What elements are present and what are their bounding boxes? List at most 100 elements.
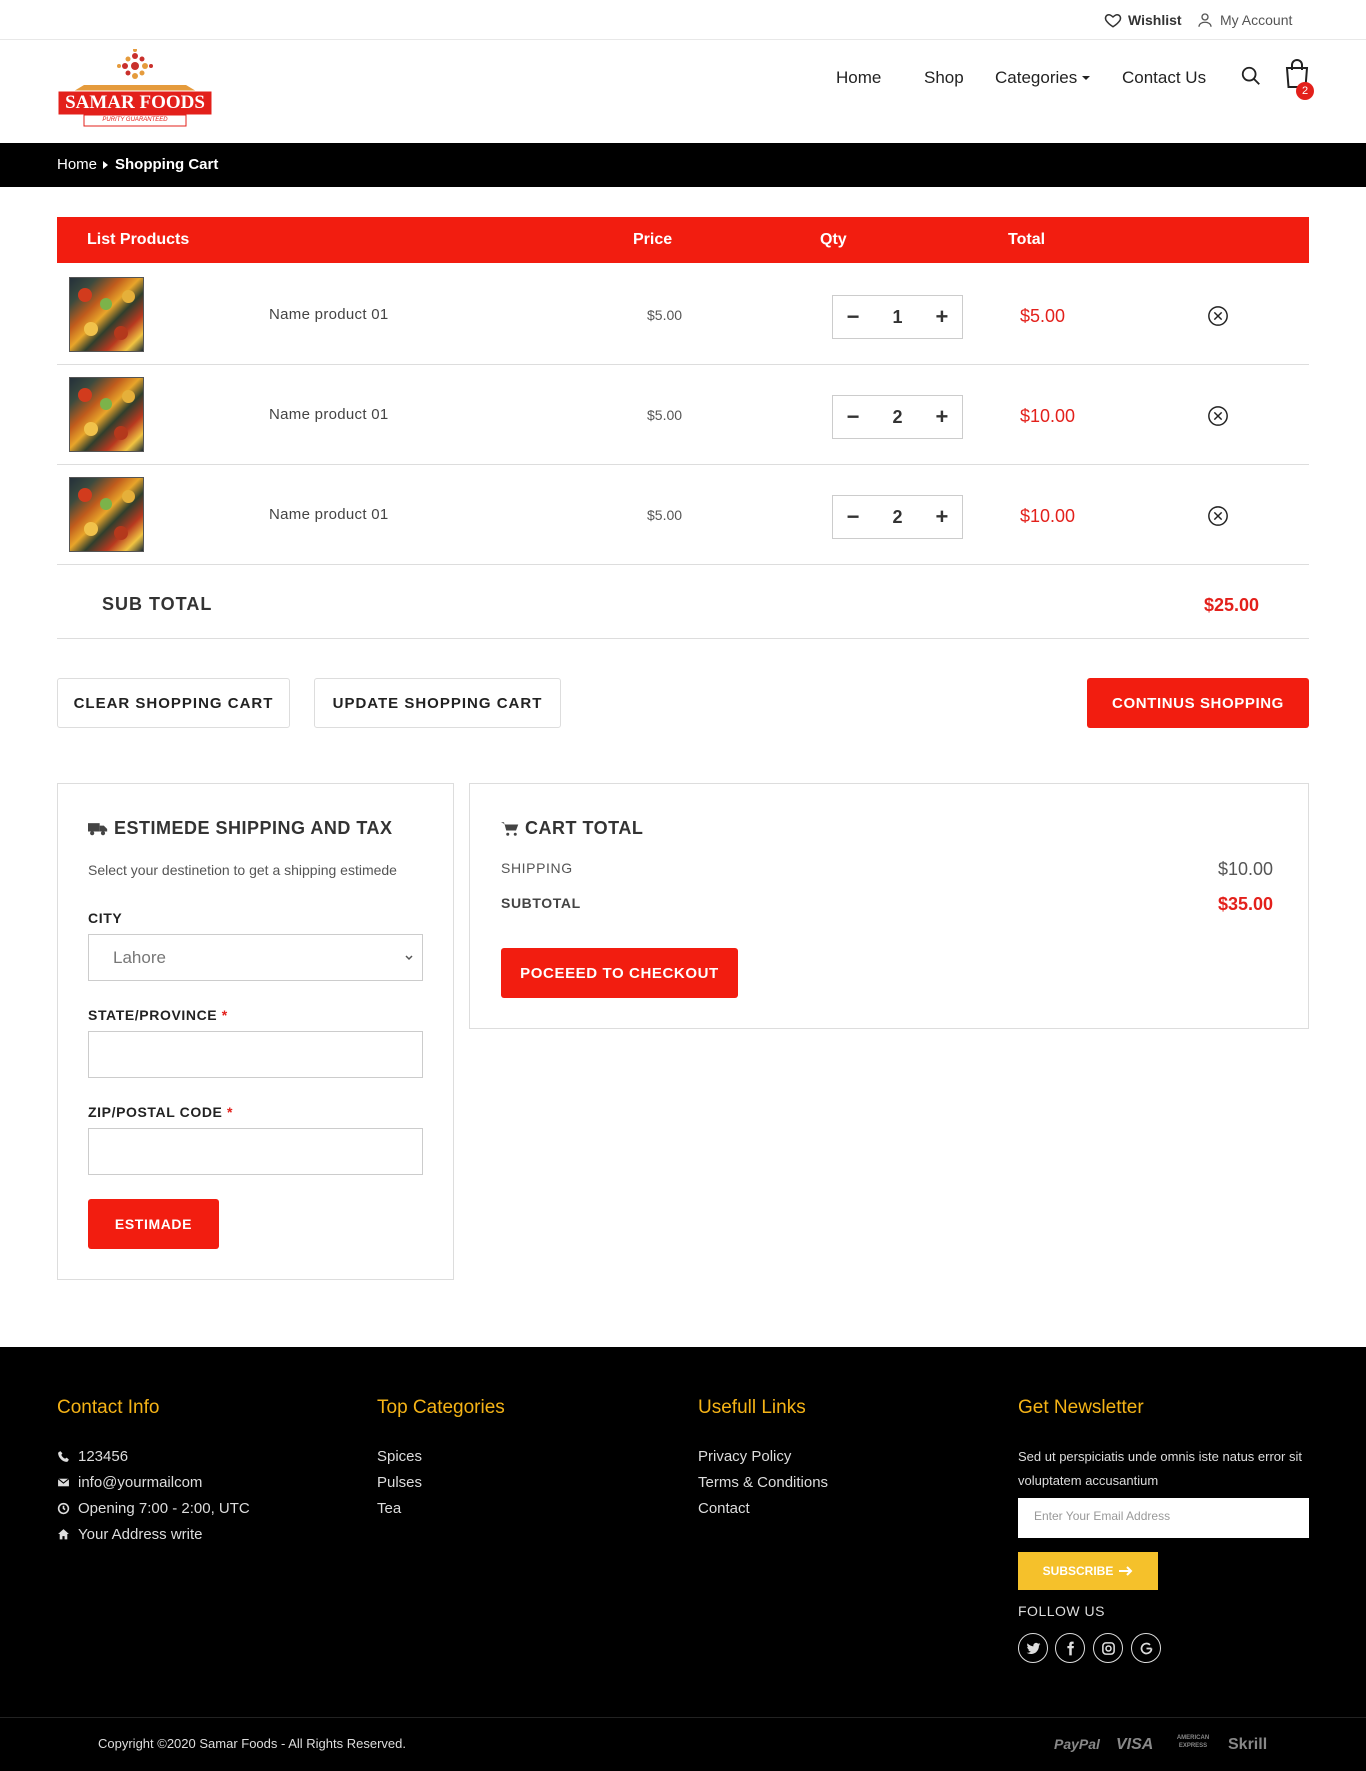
remove-item-icon[interactable] (1207, 305, 1229, 327)
nav-categories[interactable]: Categories (995, 68, 1091, 88)
product-price: $5.00 (647, 507, 683, 523)
remove-item-icon[interactable] (1207, 505, 1229, 527)
footer-category-link[interactable]: Spices (377, 1448, 422, 1465)
product-image[interactable] (69, 377, 144, 452)
footer-category-link[interactable]: Tea (377, 1500, 401, 1517)
cart-subtotal-label: SUBTOTAL (501, 895, 581, 911)
table-row: Name product 01 $5.00 − 2 + $10.00 (57, 465, 1309, 565)
remove-item-icon[interactable] (1207, 405, 1229, 427)
minus-icon[interactable]: − (843, 504, 863, 530)
zip-label-text: ZIP/POSTAL CODE (88, 1104, 223, 1120)
cart-subtotal-value: $35.00 (1218, 894, 1274, 914)
footer-category-link[interactable]: Pulses (377, 1474, 422, 1491)
breadcrumb: Home Shopping Cart (0, 143, 1366, 187)
breadcrumb-home[interactable]: Home (57, 156, 97, 173)
city-select-value: Lahore (113, 948, 166, 967)
arrow-right-icon (1119, 1566, 1133, 1576)
shipping-description: Select your destinetion to get a shippin… (88, 862, 397, 878)
newsletter-email-input[interactable]: Enter Your Email Address (1018, 1498, 1309, 1538)
footer-phone-text: 123456 (78, 1448, 129, 1465)
my-account-link[interactable]: My Account (1196, 11, 1292, 29)
continue-shopping-button[interactable]: CONTINUS SHOPPING (1087, 678, 1309, 728)
clear-cart-button[interactable]: CLEAR SHOPPING CART (57, 678, 290, 728)
subscribe-button[interactable]: SUBSCRIBE (1018, 1552, 1158, 1590)
quantity-value[interactable]: 1 (892, 307, 902, 328)
heart-icon (1104, 13, 1122, 28)
minus-icon[interactable]: − (843, 404, 863, 430)
instagram-icon[interactable] (1093, 1633, 1123, 1663)
minus-icon[interactable]: − (843, 304, 863, 330)
shipping-estimate-panel: ESTIMEDE SHIPPING AND TAX Select your de… (57, 783, 454, 1280)
product-price: $5.00 (647, 307, 683, 323)
zip-label: ZIP/POSTAL CODE * (88, 1104, 233, 1120)
page: Wishlist My Account SAMAR FOODS PURITY G… (0, 0, 1366, 1771)
nav-home[interactable]: Home (836, 68, 881, 88)
caret-down-icon (1082, 76, 1091, 80)
nav-shop[interactable]: Shop (924, 68, 964, 88)
google-icon[interactable] (1131, 1633, 1161, 1663)
skrill-icon: Skrill (1228, 1736, 1268, 1753)
product-image[interactable] (69, 477, 144, 552)
table-row: Name product 01 $5.00 − 2 + $10.00 (57, 365, 1309, 465)
nav-categories-label: Categories (995, 68, 1078, 87)
quantity-stepper: − 2 + (832, 395, 963, 439)
plus-icon[interactable]: + (932, 304, 952, 330)
cart-count-badge: 2 (1296, 82, 1314, 100)
nav-contact-us[interactable]: Contact Us (1122, 68, 1206, 88)
brand-logo[interactable]: SAMAR FOODS PURITY GUARANTEED (56, 48, 214, 131)
proceed-to-checkout-button[interactable]: POCEEED TO CHECKOUT (501, 948, 738, 998)
quantity-stepper: − 1 + (832, 295, 963, 339)
clock-icon (57, 1502, 70, 1515)
twitter-icon[interactable] (1018, 1633, 1048, 1663)
caret-right-icon (103, 161, 108, 169)
plus-icon[interactable]: + (932, 404, 952, 430)
footer-useful-link[interactable]: Privacy Policy (698, 1448, 791, 1465)
wishlist-link[interactable]: Wishlist (1104, 11, 1182, 29)
cart-total-title: CART TOTAL (501, 818, 643, 839)
footer-phone: 123456 (57, 1448, 128, 1465)
footer-useful-link[interactable]: Contact (698, 1500, 750, 1517)
facebook-icon[interactable] (1055, 1633, 1085, 1663)
cart-total-title-text: CART TOTAL (525, 818, 644, 838)
chevron-down-icon (405, 955, 413, 961)
quantity-value[interactable]: 2 (892, 507, 902, 528)
update-cart-button[interactable]: UPDATE SHOPPING CART (314, 678, 561, 728)
shipping-cost-label: SHIPPING (501, 860, 573, 876)
footer-email[interactable]: info@yourmailcom (57, 1474, 202, 1491)
product-name[interactable]: Name product 01 (269, 506, 389, 523)
my-account-label: My Account (1220, 12, 1293, 28)
footer-useful-link[interactable]: Terms & Conditions (698, 1474, 828, 1491)
header-list-products: List Products (87, 231, 190, 248)
city-label: CITY (88, 910, 123, 926)
footer-contact-title: Contact Info (57, 1397, 160, 1418)
footer-email-text: info@yourmailcom (78, 1474, 203, 1491)
quantity-value[interactable]: 2 (892, 407, 902, 428)
city-select[interactable]: Lahore (88, 934, 423, 981)
state-label-text: STATE/PROVINCE (88, 1007, 218, 1023)
product-name[interactable]: Name product 01 (269, 406, 389, 423)
cart-total-panel: CART TOTAL SHIPPING $10.00 SUBTOTAL $35.… (469, 783, 1309, 1029)
copyright-bar: Copyright ©2020 Samar Foods - All Rights… (0, 1717, 1366, 1771)
footer-address-text: Your Address write (78, 1526, 203, 1543)
site-footer: Contact Info 123456 info@yourmailcom Ope… (0, 1347, 1366, 1717)
product-total: $5.00 (1020, 306, 1066, 326)
subscribe-label: SUBSCRIBE (1042, 1564, 1114, 1578)
logo-brand-text: SAMAR FOODS (65, 92, 205, 113)
shipping-title: ESTIMEDE SHIPPING AND TAX (88, 818, 393, 839)
estimate-button[interactable]: ESTIMADE (88, 1199, 219, 1249)
newsletter-description: Sed ut perspiciatis unde omnis iste natu… (1018, 1449, 1302, 1488)
state-field[interactable] (88, 1031, 423, 1078)
product-name[interactable]: Name product 01 (269, 306, 389, 323)
site-header: SAMAR FOODS PURITY GUARANTEED Home Shop … (0, 41, 1366, 143)
subtotal-value: $25.00 (1204, 595, 1260, 615)
product-total: $10.00 (1020, 406, 1076, 426)
plus-icon[interactable]: + (932, 504, 952, 530)
search-icon[interactable] (1240, 65, 1262, 92)
home-icon (58, 1529, 69, 1540)
visa-icon: VISA (1116, 1736, 1154, 1753)
zip-field[interactable] (88, 1128, 423, 1175)
header-price: Price (633, 231, 673, 248)
product-image[interactable] (69, 277, 144, 352)
paypal-icon: PayPal (1054, 1736, 1100, 1752)
follow-us-label: FOLLOW US (1018, 1603, 1105, 1619)
